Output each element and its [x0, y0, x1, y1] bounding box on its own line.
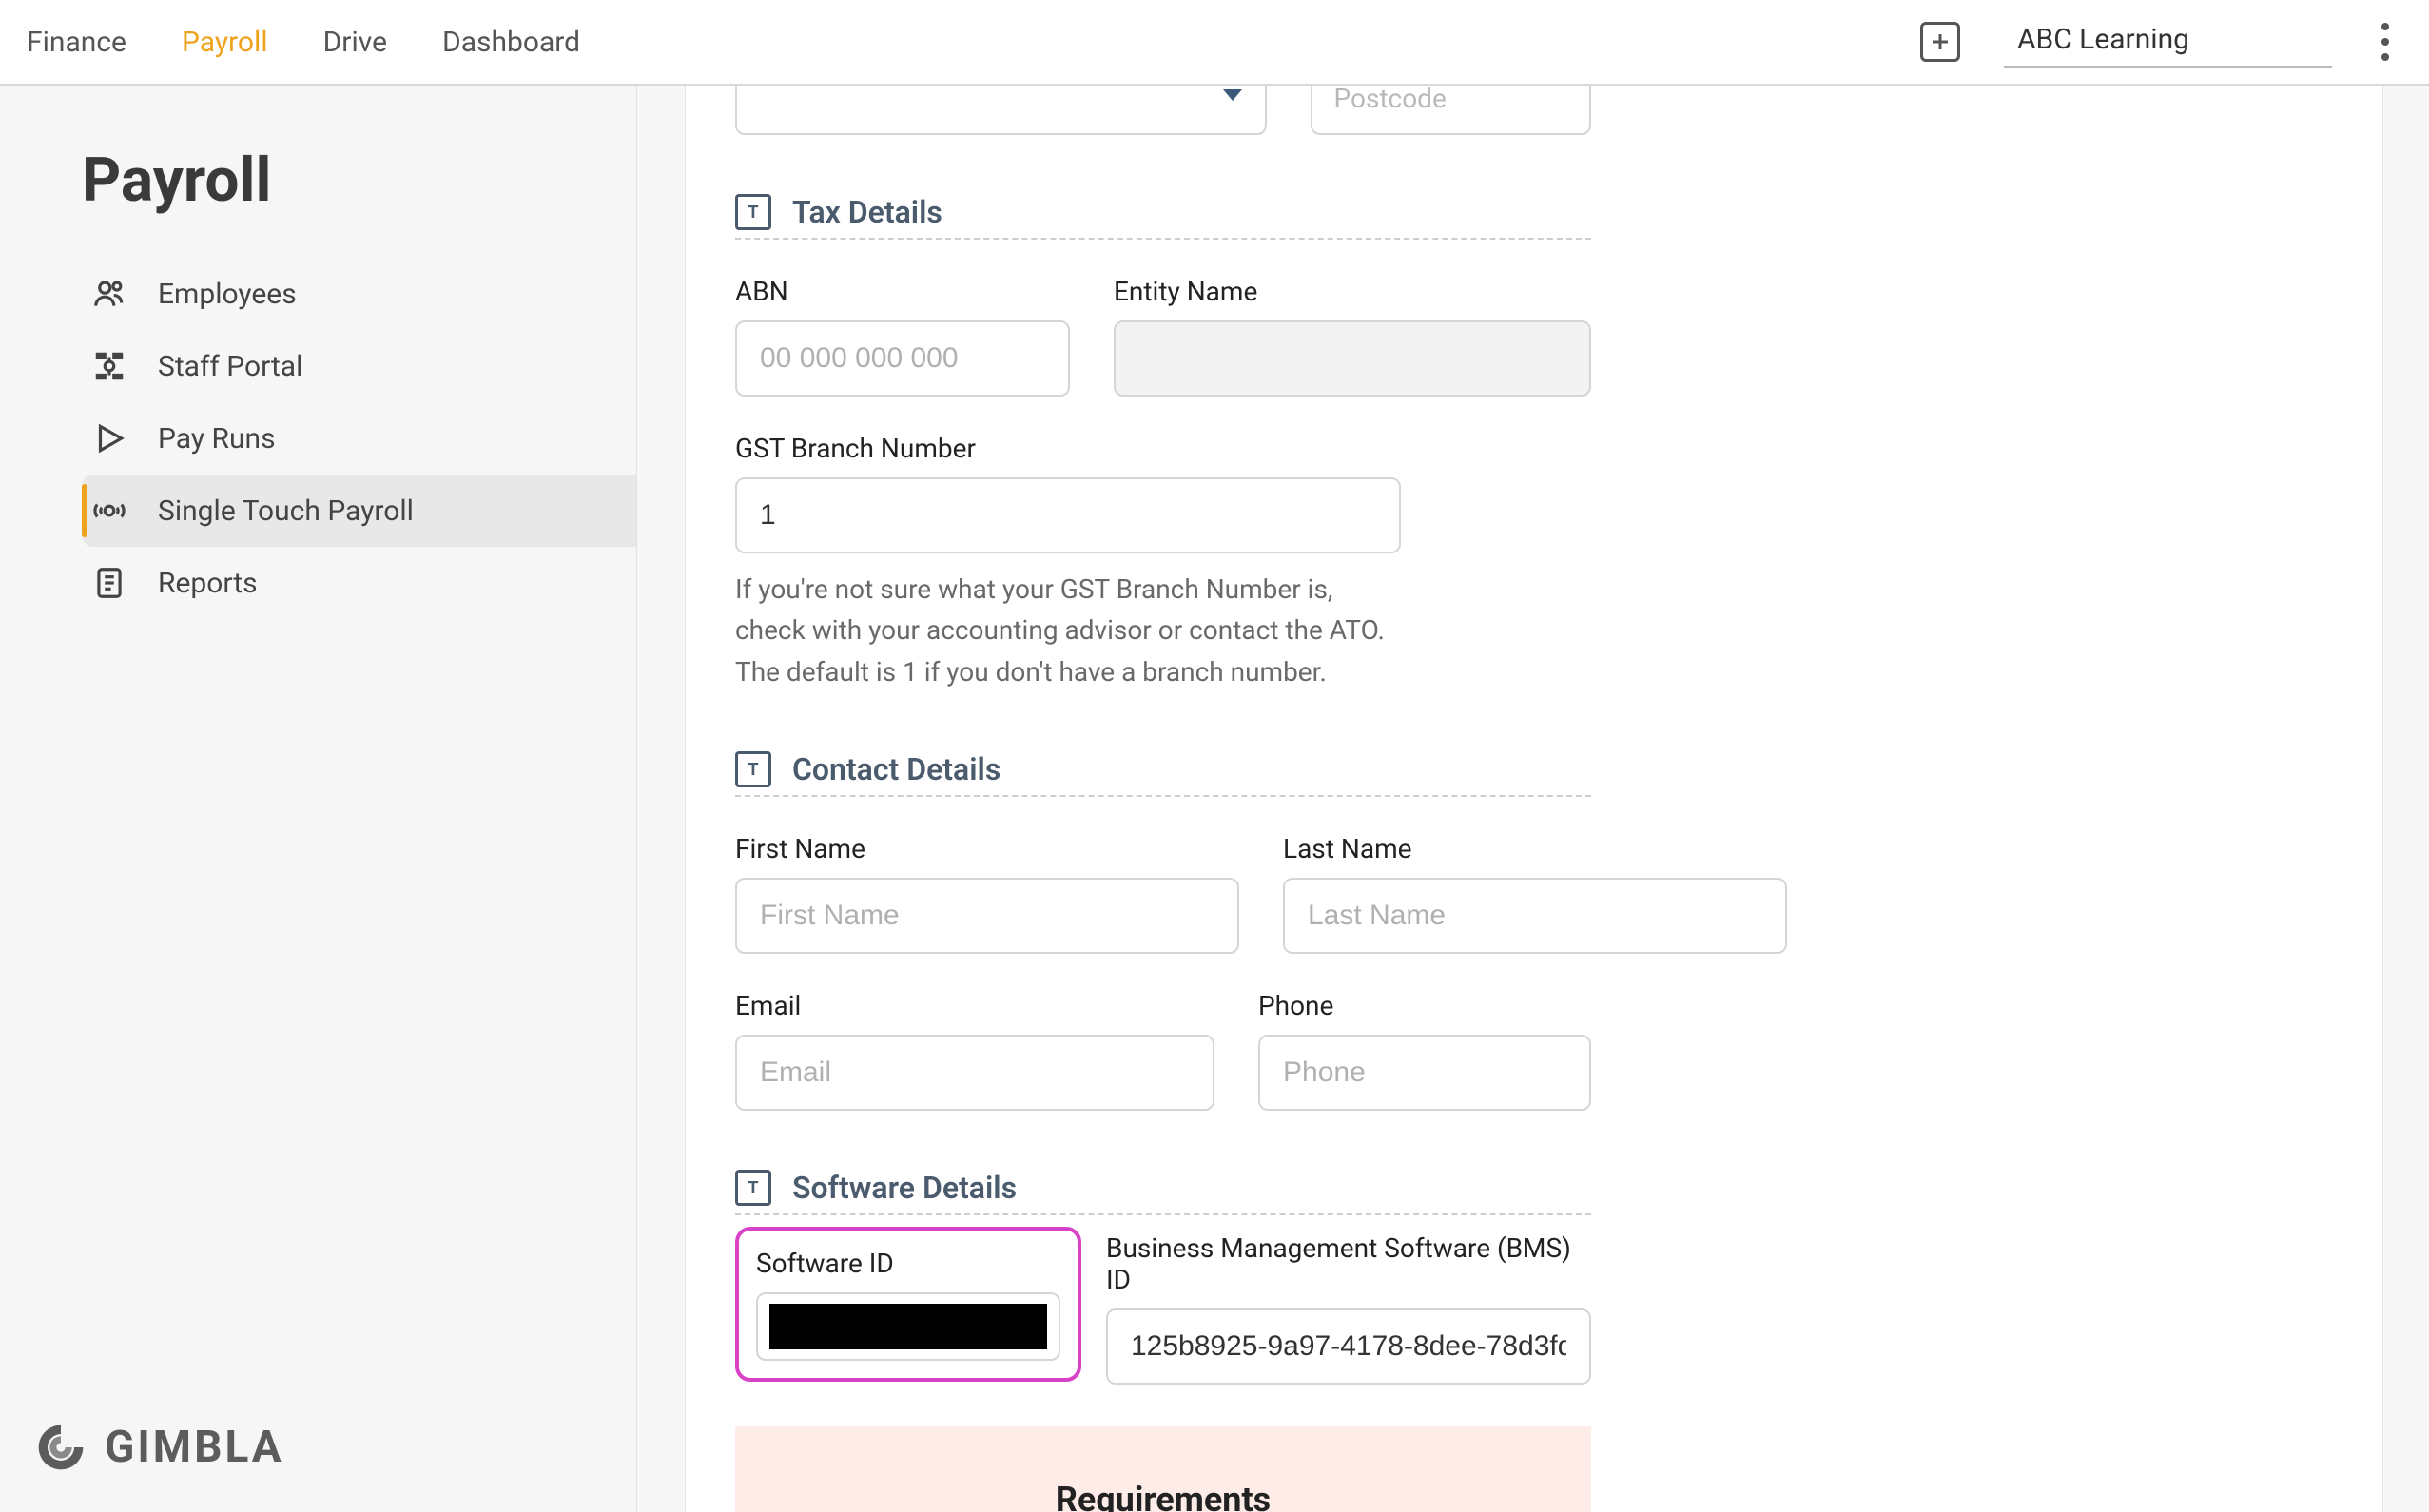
org-selector[interactable]: ABC Learning [2004, 17, 2332, 68]
pay-runs-icon [89, 418, 129, 458]
more-menu[interactable] [2376, 17, 2395, 67]
nav-dashboard[interactable]: Dashboard [442, 26, 580, 59]
plus-icon [1929, 30, 1952, 53]
main: Postcode T Tax Details ABN Entity Name G… [637, 86, 2429, 1512]
section-tax-details: T Tax Details [735, 194, 1591, 240]
form-panel: Postcode T Tax Details ABN Entity Name G… [685, 86, 2383, 1512]
nav-payroll[interactable]: Payroll [182, 26, 268, 59]
brand-logo: GIMBLA [34, 1421, 284, 1474]
stp-icon [89, 491, 129, 531]
body: Payroll Employees Staff Portal [0, 86, 2429, 1512]
section-icon: T [735, 194, 771, 230]
top-nav: Finance Payroll Drive Dashboard ABC Lear… [0, 0, 2429, 86]
top-nav-right: ABC Learning [1920, 17, 2395, 68]
abn-label: ABN [735, 276, 1070, 307]
sidebar-item-employees[interactable]: Employees [82, 258, 636, 330]
nav-drive[interactable]: Drive [323, 26, 387, 59]
sidebar-title: Payroll [82, 145, 636, 216]
sidebar: Payroll Employees Staff Portal [0, 86, 637, 1512]
last-name-label: Last Name [1283, 833, 1787, 864]
section-title: Tax Details [792, 194, 942, 230]
sidebar-item-label: Employees [158, 278, 297, 311]
first-name-label: First Name [735, 833, 1239, 864]
sidebar-item-stp[interactable]: Single Touch Payroll [82, 475, 636, 547]
sidebar-item-label: Pay Runs [158, 422, 276, 456]
employees-icon [89, 274, 129, 314]
sidebar-item-pay-runs[interactable]: Pay Runs [82, 402, 636, 475]
sidebar-item-label: Reports [158, 567, 258, 600]
state-select[interactable] [735, 86, 1267, 135]
software-id-label: Software ID [756, 1248, 1060, 1279]
brand-logo-text: GIMBLA [105, 1422, 284, 1473]
section-title: Contact Details [792, 751, 1001, 787]
address-row-partial: Postcode [735, 86, 1591, 135]
email-input[interactable] [735, 1035, 1214, 1111]
sidebar-item-label: Single Touch Payroll [158, 494, 414, 528]
section-icon: T [735, 1170, 771, 1206]
software-id-highlight: Software ID [735, 1227, 1081, 1382]
gst-input[interactable] [735, 477, 1401, 553]
nav-finance[interactable]: Finance [27, 26, 126, 59]
gimbla-logo-icon [34, 1421, 87, 1474]
staff-portal-icon [89, 346, 129, 386]
email-label: Email [735, 990, 1214, 1021]
sidebar-item-staff-portal[interactable]: Staff Portal [82, 330, 636, 402]
add-button[interactable] [1920, 22, 1960, 62]
postcode-input[interactable]: Postcode [1311, 86, 1591, 135]
section-software-details: T Software Details [735, 1170, 1591, 1215]
bms-id-label: Business Management Software (BMS) ID [1106, 1232, 1591, 1295]
bms-id-input[interactable] [1106, 1308, 1591, 1385]
phone-input[interactable] [1258, 1035, 1591, 1111]
requirements-title: Requirements [1056, 1480, 1271, 1512]
top-nav-left: Finance Payroll Drive Dashboard [27, 26, 580, 59]
entity-name-input[interactable] [1114, 320, 1591, 397]
abn-input[interactable] [735, 320, 1070, 397]
section-icon: T [735, 751, 771, 787]
entity-name-label: Entity Name [1114, 276, 1591, 307]
first-name-input[interactable] [735, 878, 1239, 954]
reports-icon [89, 563, 129, 603]
software-id-input[interactable] [756, 1292, 1060, 1361]
requirements-banner: Requirements [735, 1426, 1591, 1512]
gst-label: GST Branch Number [735, 433, 1401, 464]
phone-label: Phone [1258, 990, 1591, 1021]
sidebar-item-label: Staff Portal [158, 350, 302, 383]
gst-help-text: If you're not sure what your GST Branch … [735, 569, 1401, 692]
section-contact-details: T Contact Details [735, 751, 1591, 797]
last-name-input[interactable] [1283, 878, 1787, 954]
sidebar-item-reports[interactable]: Reports [82, 547, 636, 619]
section-title: Software Details [792, 1170, 1017, 1206]
